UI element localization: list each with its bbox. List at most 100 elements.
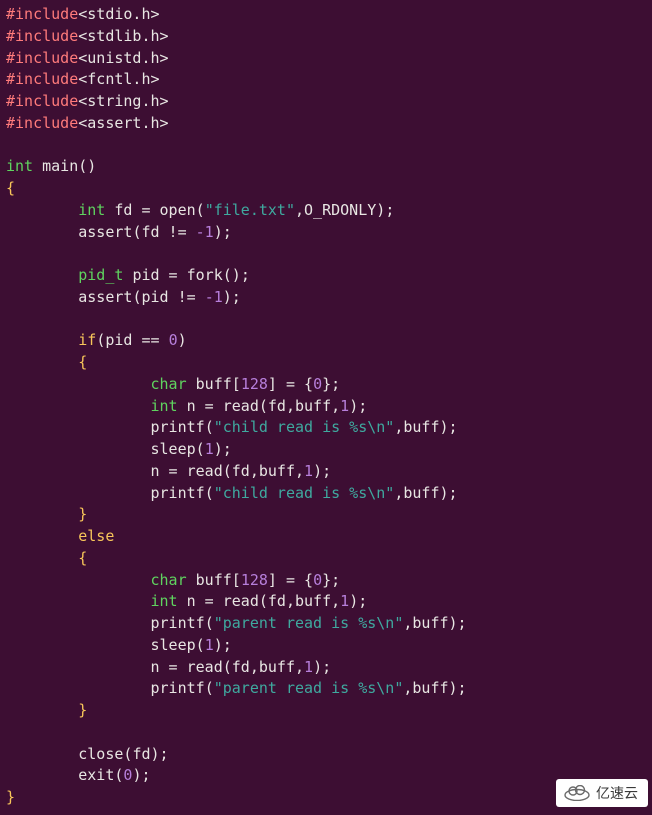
- semicolon: ;: [160, 745, 169, 763]
- paren: (: [223, 462, 232, 480]
- var-pid: pid: [132, 266, 159, 284]
- op: = {: [277, 375, 313, 393]
- fn-close: close: [78, 745, 123, 763]
- brace-open: {: [78, 353, 87, 371]
- fn-printf: printf: [151, 614, 205, 632]
- comma: ,: [295, 201, 304, 219]
- op: };: [322, 375, 340, 393]
- fn-sleep: sleep: [151, 440, 196, 458]
- preproc-directive: #include: [6, 5, 78, 23]
- brace-close: }: [78, 505, 87, 523]
- watermark-text: 亿速云: [596, 783, 638, 803]
- var-buff: buff: [196, 571, 232, 589]
- include-path: <assert.h>: [78, 114, 168, 132]
- fn-read: read: [223, 592, 259, 610]
- preproc-directive: #include: [6, 70, 78, 88]
- include-line: #include<string.h>: [6, 92, 169, 110]
- paren: (: [196, 440, 205, 458]
- include-line: #include<assert.h>: [6, 114, 169, 132]
- semicolon: ;: [322, 462, 331, 480]
- include-line: #include<stdlib.h>: [6, 27, 169, 45]
- preproc-directive: #include: [6, 92, 78, 110]
- paren: ): [349, 397, 358, 415]
- brace-open: {: [78, 549, 87, 567]
- preproc-directive: #include: [6, 114, 78, 132]
- op-eq: =: [196, 592, 223, 610]
- brace-close: }: [6, 788, 15, 806]
- fn-main: main: [42, 157, 78, 175]
- expr: pid !=: [141, 288, 204, 306]
- lhs: n =: [151, 658, 187, 676]
- watermark-badge: 亿速云: [556, 779, 648, 807]
- op-eq: =: [132, 201, 159, 219]
- bracket: [: [232, 375, 241, 393]
- semicolon: ;: [223, 636, 232, 654]
- paren: (: [223, 658, 232, 676]
- cloud-icon: [564, 785, 590, 801]
- string-literal: "parent read is %s\n": [214, 679, 404, 697]
- paren: (: [96, 331, 105, 349]
- string-literal: "parent read is %s\n": [214, 614, 404, 632]
- main-signature: int main(): [6, 157, 96, 175]
- paren: (: [196, 201, 205, 219]
- code-block: #include<stdio.h> #include<stdlib.h> #in…: [0, 0, 652, 813]
- semicolon: ;: [232, 288, 241, 306]
- include-path: <stdio.h>: [78, 5, 159, 23]
- paren: (): [223, 266, 241, 284]
- args: fd,buff,: [232, 462, 304, 480]
- number: 128: [241, 375, 268, 393]
- include-path: <string.h>: [78, 92, 168, 110]
- string-literal: "file.txt": [205, 201, 295, 219]
- number: 128: [241, 571, 268, 589]
- op-eq: =: [196, 397, 223, 415]
- number: 0: [169, 331, 178, 349]
- fn-fork: fork: [187, 266, 223, 284]
- fn-printf: printf: [151, 484, 205, 502]
- number: 0: [313, 571, 322, 589]
- brace-close: }: [78, 701, 87, 719]
- paren: ): [214, 223, 223, 241]
- preproc-directive: #include: [6, 49, 78, 67]
- number: 1: [340, 592, 349, 610]
- op-eq: =: [160, 266, 187, 284]
- cond: pid ==: [105, 331, 168, 349]
- keyword-else: else: [78, 527, 114, 545]
- keyword-int: int: [151, 397, 178, 415]
- paren: (: [205, 679, 214, 697]
- number: 1: [205, 636, 214, 654]
- number: 1: [205, 440, 214, 458]
- number: 1: [304, 462, 313, 480]
- fn-read: read: [187, 462, 223, 480]
- keyword-char: char: [151, 375, 187, 393]
- var-n: n: [187, 397, 196, 415]
- fn-read: read: [223, 397, 259, 415]
- paren: ): [214, 440, 223, 458]
- paren: ): [349, 592, 358, 610]
- number: 0: [313, 375, 322, 393]
- var-buff: buff: [196, 375, 232, 393]
- args: fd,buff,: [232, 658, 304, 676]
- fn-sleep: sleep: [151, 636, 196, 654]
- var-n: n: [187, 592, 196, 610]
- paren: (: [196, 636, 205, 654]
- args: ,buff);: [403, 679, 466, 697]
- fn-printf: printf: [151, 679, 205, 697]
- number: 1: [304, 658, 313, 676]
- semicolon: ;: [223, 223, 232, 241]
- number: -1: [196, 223, 214, 241]
- paren: ): [214, 636, 223, 654]
- semicolon: ;: [322, 658, 331, 676]
- keyword-if: if: [78, 331, 96, 349]
- semicolon: ;: [358, 397, 367, 415]
- include-path: <fcntl.h>: [78, 70, 159, 88]
- semicolon: ;: [385, 201, 394, 219]
- fn-open: open: [160, 201, 196, 219]
- paren: ): [151, 745, 160, 763]
- paren: (: [205, 418, 214, 436]
- paren: (: [259, 397, 268, 415]
- args: fd,buff,: [268, 592, 340, 610]
- lhs: n =: [151, 462, 187, 480]
- fn-read: read: [187, 658, 223, 676]
- semicolon: ;: [223, 440, 232, 458]
- include-line: #include<unistd.h>: [6, 49, 169, 67]
